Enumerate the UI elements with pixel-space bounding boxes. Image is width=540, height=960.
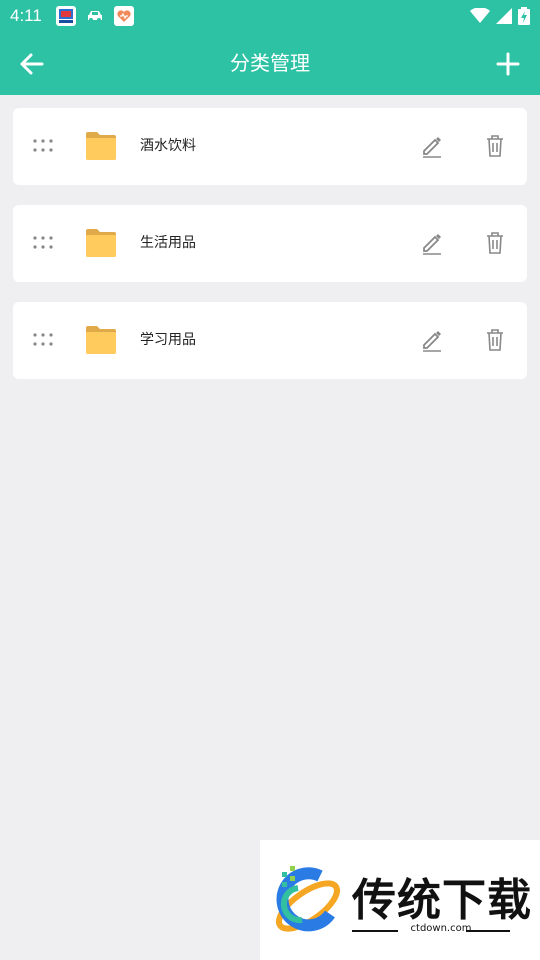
- delete-button[interactable]: [483, 328, 507, 352]
- arrow-left-icon: [20, 53, 44, 75]
- trash-icon: [487, 135, 503, 157]
- pencil-icon: [423, 331, 441, 352]
- drag-handle-icon[interactable]: [33, 235, 57, 251]
- category-item[interactable]: 学习用品: [13, 302, 527, 379]
- trash-icon: [487, 329, 503, 351]
- category-item[interactable]: 酒水饮料: [13, 108, 527, 185]
- category-name: 学习用品: [140, 332, 196, 348]
- drag-handle-icon[interactable]: [33, 332, 57, 348]
- edit-button[interactable]: [420, 328, 444, 352]
- category-list: 酒水饮料 生活用品 学习用品: [13, 108, 527, 399]
- delete-button[interactable]: [483, 231, 507, 255]
- heart-app-icon: [113, 6, 134, 26]
- signal-icon: [496, 8, 512, 24]
- watermark-url: ctdown.com: [410, 923, 472, 934]
- plus-icon: [496, 52, 520, 76]
- folder-icon: [85, 131, 117, 161]
- back-button[interactable]: [16, 48, 48, 80]
- edit-button[interactable]: [420, 231, 444, 255]
- car-app-icon: [85, 6, 105, 26]
- category-item[interactable]: 生活用品: [13, 205, 527, 282]
- category-name: 生活用品: [140, 235, 196, 251]
- app-bar: 分类管理: [0, 32, 540, 95]
- category-name: 酒水饮料: [140, 138, 196, 154]
- pencil-icon: [423, 234, 441, 255]
- folder-icon: [85, 228, 117, 258]
- watermark-title: 传统下载: [352, 875, 532, 926]
- notification-app-icon: [55, 6, 76, 26]
- wifi-icon: [470, 8, 490, 23]
- delete-button[interactable]: [483, 134, 507, 158]
- drag-handle-icon[interactable]: [33, 138, 57, 154]
- edit-button[interactable]: [420, 134, 444, 158]
- folder-icon: [85, 325, 117, 355]
- pencil-icon: [423, 137, 441, 158]
- status-time: 4:11: [10, 6, 42, 25]
- trash-icon: [487, 232, 503, 254]
- watermark: 传统下载 ctdown.com: [260, 840, 540, 960]
- add-category-button[interactable]: [492, 48, 524, 80]
- page-title: 分类管理: [230, 51, 310, 75]
- status-bar: 4:11: [0, 0, 540, 32]
- battery-charging-icon: [518, 7, 530, 25]
